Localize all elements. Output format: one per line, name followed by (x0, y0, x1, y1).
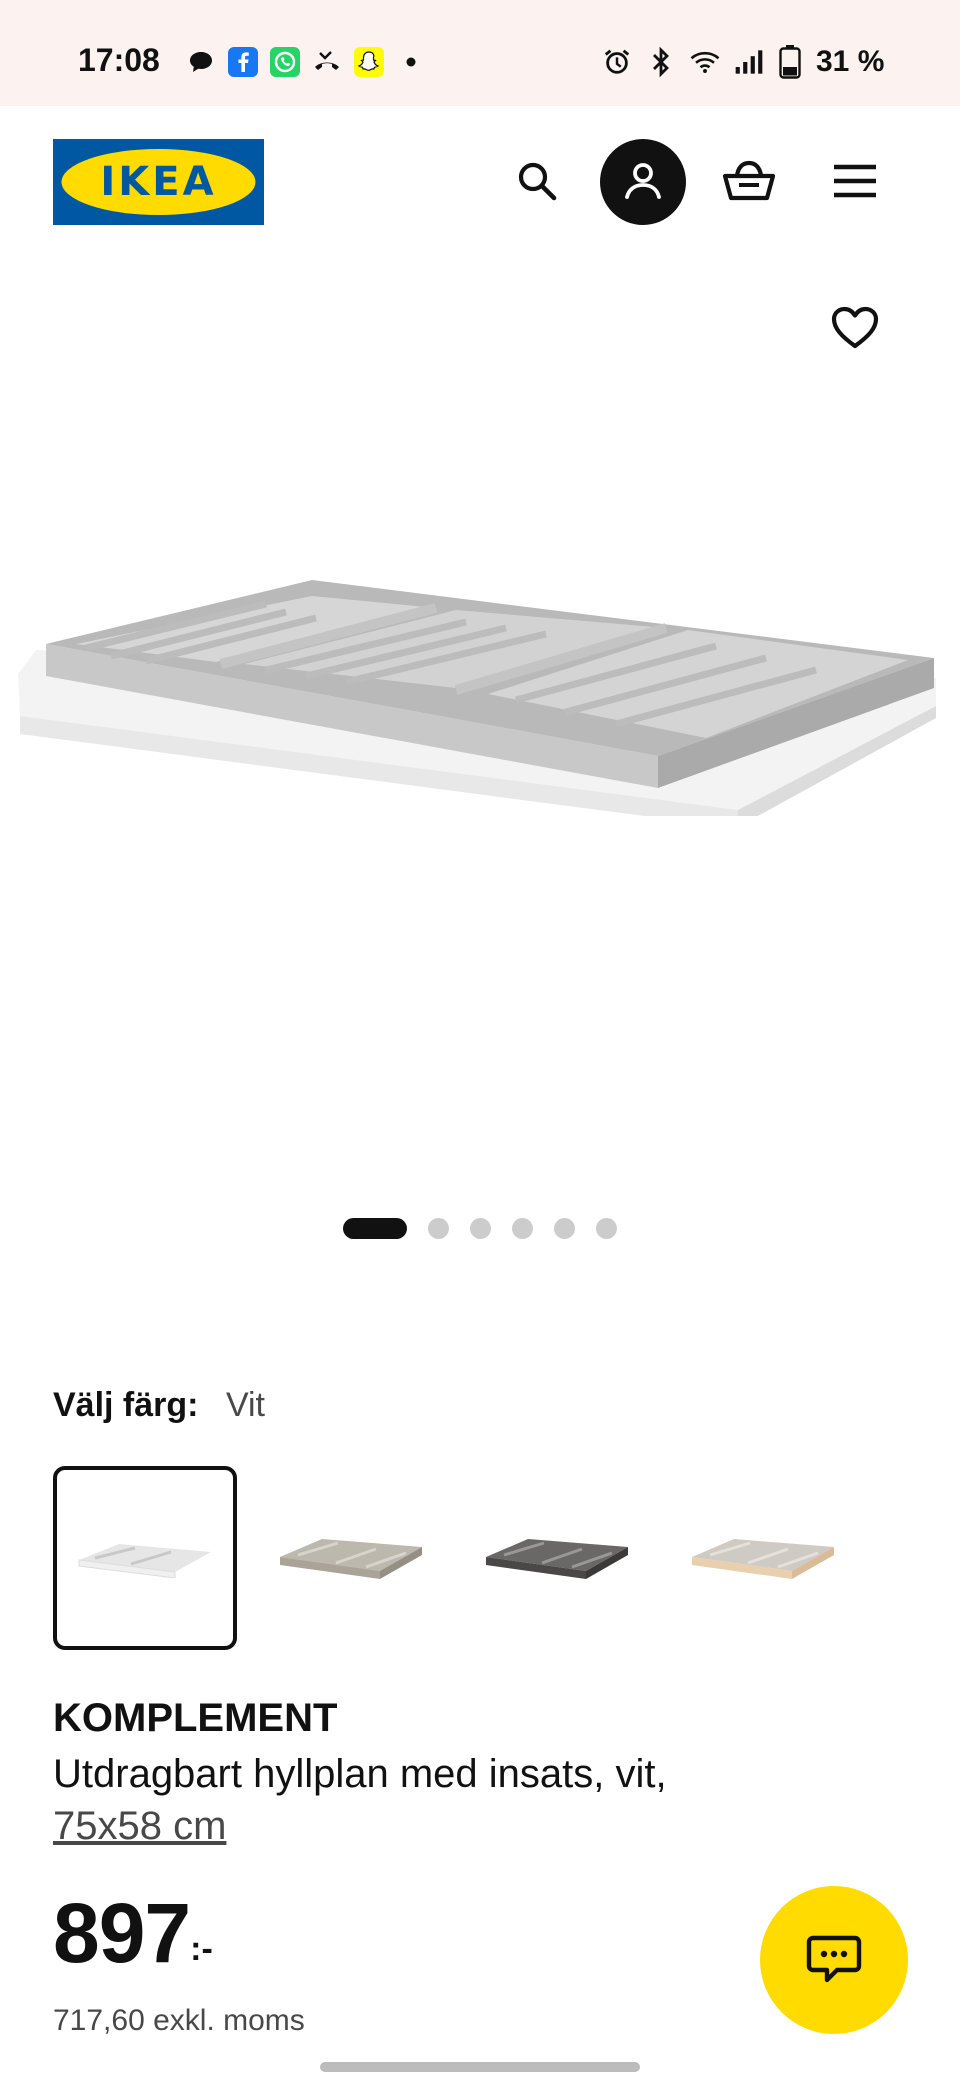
status-bar: 17:08 31 % (0, 0, 960, 106)
color-value: Vit (225, 1386, 266, 1424)
account-button[interactable] (600, 139, 686, 225)
search-icon (515, 159, 559, 206)
product-size-link[interactable]: 75x58 cm (53, 1800, 226, 1852)
menu-button[interactable] (812, 139, 898, 225)
search-button[interactable] (494, 139, 580, 225)
pagination-dot[interactable] (470, 1218, 491, 1239)
wifi-icon (690, 47, 720, 77)
product-image (16, 566, 944, 828)
pagination-dot[interactable] (343, 1218, 407, 1239)
cart-icon (721, 159, 777, 206)
chat-button[interactable] (760, 1886, 908, 2034)
notification-icons (186, 44, 426, 80)
site-header: IKEA (0, 106, 960, 256)
signal-icon (734, 47, 764, 77)
gallery-pagination (0, 1218, 960, 1239)
menu-icon (832, 163, 878, 202)
battery-percentage: 31 % (816, 45, 885, 78)
price-excl-vat: 717,60 exkl. moms (53, 2004, 305, 2037)
product-gallery[interactable] (0, 256, 960, 1256)
color-selection: Välj färg: Vit (53, 1386, 265, 1425)
status-time: 17:08 (78, 42, 160, 78)
dot-icon (396, 47, 426, 77)
battery-icon (778, 45, 802, 79)
facebook-icon (228, 47, 258, 77)
system-icons: 31 % (602, 44, 884, 80)
chat-icon (805, 1932, 863, 1989)
bluetooth-icon (646, 46, 676, 78)
alarm-icon (602, 47, 632, 77)
missed-call-icon (312, 47, 342, 77)
ikea-logo-text: IKEA (100, 159, 217, 205)
pagination-dot[interactable] (428, 1218, 449, 1239)
heart-icon (831, 306, 879, 353)
pagination-dot[interactable] (554, 1218, 575, 1239)
product-name: KOMPLEMENT (53, 1696, 338, 1740)
chat-bubble-icon (186, 47, 216, 77)
ikea-logo[interactable]: IKEA (53, 139, 264, 225)
product-description: Utdragbart hyllplan med insats, vit, (53, 1752, 667, 1796)
swatch-light-wood[interactable] (671, 1466, 855, 1650)
cart-button[interactable] (706, 139, 792, 225)
whatsapp-icon (270, 47, 300, 77)
color-swatches (53, 1466, 855, 1650)
pagination-dot[interactable] (596, 1218, 617, 1239)
price-suffix: :- (190, 1930, 213, 1968)
price-integer: 897 (53, 1886, 191, 1980)
account-icon (621, 159, 665, 206)
swatch-white[interactable] (53, 1466, 237, 1650)
product-price: 897 :- (53, 1888, 213, 1978)
snapchat-icon (354, 47, 384, 77)
swatch-dark-grey[interactable] (465, 1466, 649, 1650)
home-indicator[interactable] (320, 2062, 640, 2072)
swatch-beige[interactable] (259, 1466, 443, 1650)
pagination-dot[interactable] (512, 1218, 533, 1239)
favorite-button[interactable] (812, 286, 898, 372)
color-label: Välj färg: (53, 1386, 199, 1424)
